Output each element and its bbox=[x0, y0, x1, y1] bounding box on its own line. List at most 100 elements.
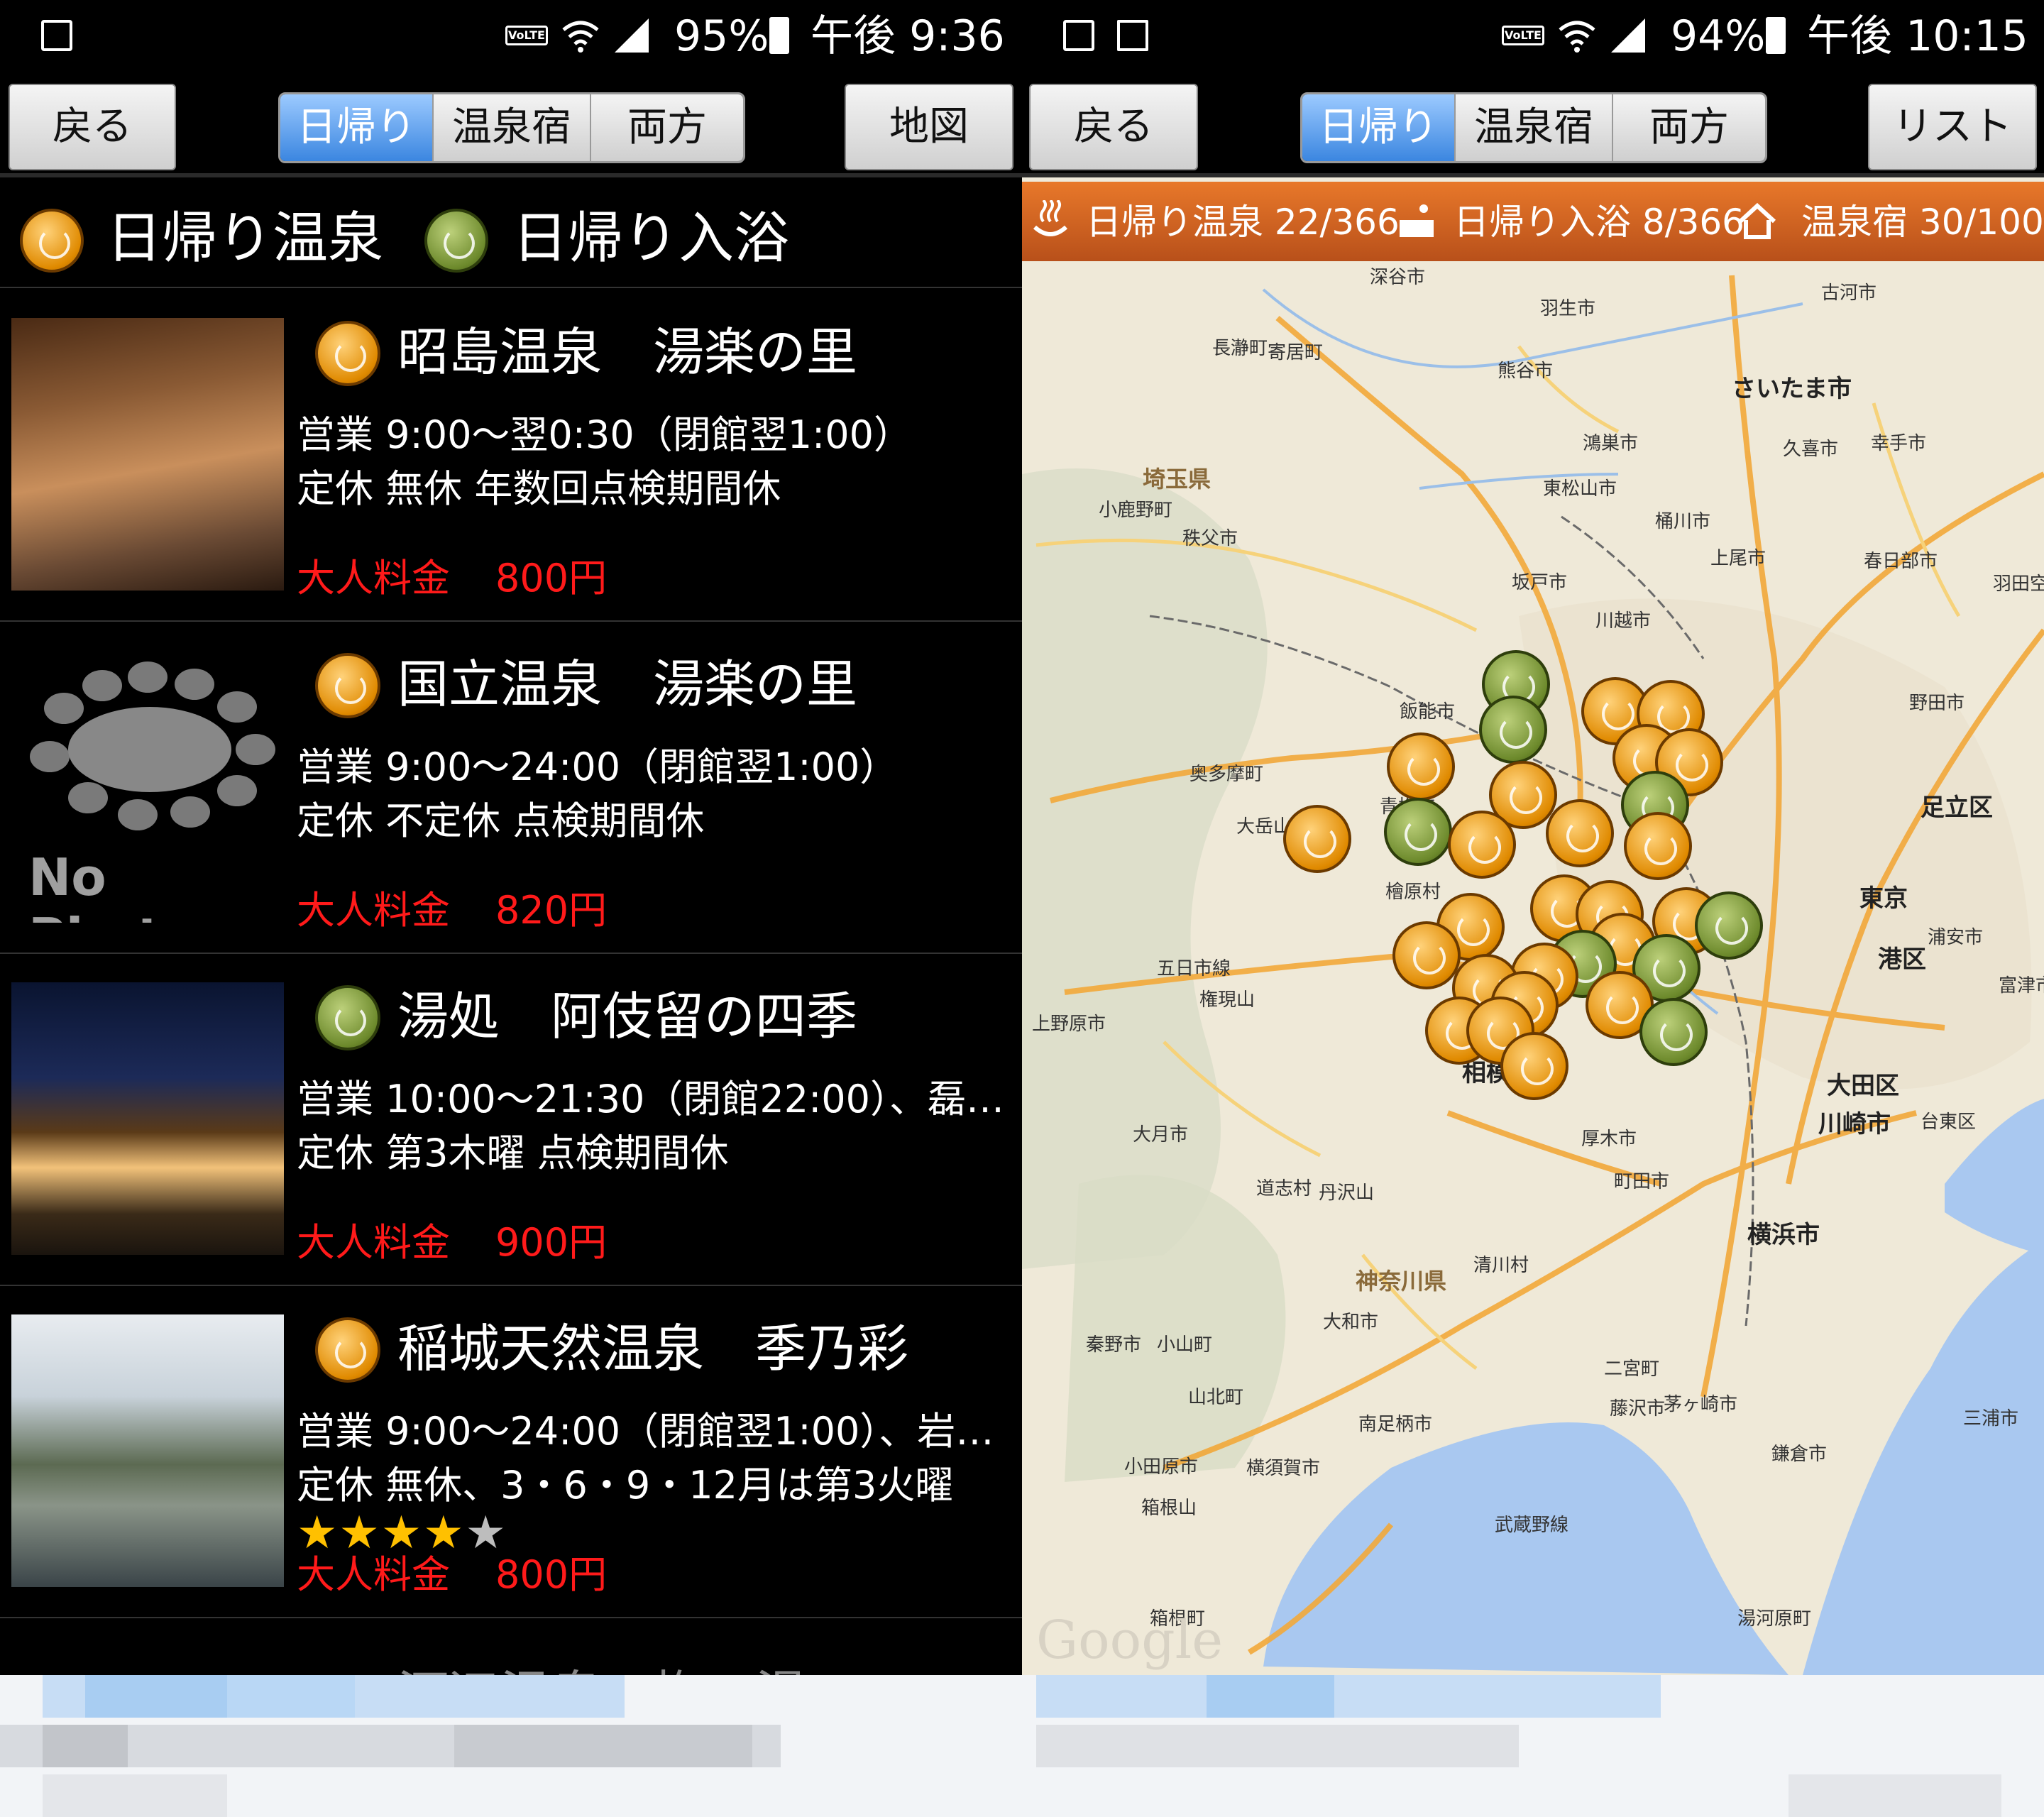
list-button[interactable]: リスト bbox=[1868, 84, 2037, 170]
map-label: 富津市 bbox=[1999, 975, 2044, 997]
clock: 午後 10:15 bbox=[1807, 11, 2028, 61]
map-label: 権現山 bbox=[1199, 989, 1255, 1011]
map-label: 奥多摩町 bbox=[1189, 764, 1264, 785]
google-logo: Google bbox=[1036, 1610, 1224, 1671]
tab-day-trip[interactable]: 日帰り bbox=[1302, 94, 1456, 161]
map-label: 大和市 bbox=[1323, 1312, 1379, 1333]
map-button[interactable]: 地図 bbox=[845, 84, 1013, 170]
ad-banner[interactable] bbox=[0, 1675, 2044, 1817]
map-label: 東松山市 bbox=[1543, 478, 1617, 500]
map-label: 羽生市 bbox=[1540, 298, 1596, 319]
map-label: 川越市 bbox=[1595, 610, 1652, 632]
map-label: 神奈川県 bbox=[1356, 1268, 1447, 1295]
map-view[interactable]: さいたま市 足立区 東京 港区 大田区 川崎市 横浜市 埼玉県 神奈川県 深谷市… bbox=[1022, 261, 2044, 1675]
onsen-marker[interactable] bbox=[1392, 921, 1461, 989]
onsen-marker[interactable] bbox=[1387, 732, 1455, 801]
day-bath-count: 日帰り入浴 8/366 bbox=[1454, 202, 1744, 243]
facility-name: 湯処 阿伎留の四季 bbox=[397, 987, 858, 1046]
volte-icon: VoLTE bbox=[505, 26, 548, 45]
onsen-marker[interactable] bbox=[1500, 1032, 1568, 1100]
facility-name: 昭島温泉 湯楽の里 bbox=[397, 322, 858, 382]
cell-signal-icon bbox=[615, 18, 649, 53]
tab-both[interactable]: 両方 bbox=[591, 94, 743, 161]
closed-days: 定休 無休、3・6・9・12月は第3火曜 bbox=[297, 1463, 954, 1508]
hot-spring-icon bbox=[1033, 200, 1068, 236]
map-label: 古河市 bbox=[1821, 282, 1877, 304]
map-label: 二宮町 bbox=[1604, 1358, 1660, 1380]
map-label: 丹沢山 bbox=[1319, 1182, 1375, 1204]
mode-tabs: 日帰り 温泉宿 両方 bbox=[278, 92, 745, 163]
map-label: 道志村 bbox=[1256, 1178, 1312, 1200]
list-item[interactable]: 河辺温泉 梅の湯 bbox=[0, 1647, 1022, 1675]
wifi-icon bbox=[1559, 21, 1595, 53]
price: 800円 bbox=[495, 1552, 608, 1597]
list-item[interactable]: 昭島温泉 湯楽の里 営業 9:00〜翌0:30（閉館翌1:00） 定休 無休 年… bbox=[0, 290, 1022, 622]
map-label: 小田原市 bbox=[1124, 1456, 1199, 1478]
map-label: 清川村 bbox=[1473, 1255, 1529, 1276]
status-bar: VoLTE 94% 午後 10:15 bbox=[1022, 0, 2044, 71]
star-rating: ★★★★★ bbox=[297, 1510, 507, 1556]
map-label: 深谷市 bbox=[1370, 267, 1426, 288]
map-label: 南足柄市 bbox=[1358, 1414, 1433, 1435]
map-label: 浦安市 bbox=[1928, 927, 1984, 948]
map-label: 秦野市 bbox=[1086, 1334, 1142, 1356]
facility-photo bbox=[11, 982, 284, 1255]
onsen-list-screen: VoLTE 95% 午後 9:36 戻る 日帰り 温泉宿 両方 地図 日帰り温泉… bbox=[0, 0, 1022, 1675]
list-item[interactable]: No Photo 国立温泉 湯楽の里 営業 9:00〜24:00（閉館翌1:00… bbox=[0, 622, 1022, 954]
business-hours: 営業 10:00〜21:30（閉館22:00）、磊… bbox=[297, 1077, 1005, 1121]
bath-icon bbox=[315, 985, 380, 1050]
map-label: さいたま市 bbox=[1732, 375, 1852, 403]
hot-spring-icon bbox=[20, 209, 84, 273]
tab-onsen-inn[interactable]: 温泉宿 bbox=[434, 94, 591, 161]
map-label: 湯河原町 bbox=[1737, 1608, 1812, 1630]
back-button[interactable]: 戻る bbox=[1029, 84, 1198, 170]
price-label: 大人料金 bbox=[297, 888, 450, 933]
back-button[interactable]: 戻る bbox=[9, 84, 176, 170]
facility-name: 稲城天然温泉 季乃彩 bbox=[397, 1319, 909, 1378]
bath-marker[interactable] bbox=[1384, 798, 1452, 866]
tab-day-trip[interactable]: 日帰り bbox=[280, 94, 434, 161]
bath-marker[interactable] bbox=[1639, 998, 1708, 1066]
battery-percent: 94% bbox=[1671, 11, 1766, 61]
map-label: 大月市 bbox=[1133, 1124, 1189, 1146]
onsen-marker[interactable] bbox=[1448, 811, 1516, 879]
map-label: 久喜市 bbox=[1783, 439, 1839, 460]
closed-days: 定休 第3木曜 点検期間休 bbox=[297, 1131, 729, 1175]
map-label: 東京 bbox=[1859, 884, 1908, 913]
business-hours: 営業 9:00〜翌0:30（閉館翌1:00） bbox=[297, 412, 912, 457]
bath-marker[interactable] bbox=[1695, 891, 1763, 960]
map-label: 茅ヶ崎市 bbox=[1664, 1394, 1738, 1415]
map-label: 横須賀市 bbox=[1246, 1458, 1321, 1479]
facility-photo bbox=[11, 1314, 284, 1587]
tab-both[interactable]: 両方 bbox=[1613, 94, 1765, 161]
clock: 午後 9:36 bbox=[811, 11, 1005, 61]
tab-onsen-inn[interactable]: 温泉宿 bbox=[1456, 94, 1613, 161]
map-label: 上野原市 bbox=[1032, 1014, 1106, 1035]
map-label: 飯能市 bbox=[1400, 701, 1456, 723]
hot-spring-icon bbox=[315, 321, 380, 386]
price-label: 大人料金 bbox=[297, 1220, 450, 1265]
wifi-icon bbox=[562, 21, 599, 53]
map-label: 箱根山 bbox=[1141, 1498, 1197, 1519]
business-hours: 営業 9:00〜24:00（閉館翌1:00）、岩盤… bbox=[297, 1409, 1006, 1454]
facility-name: 河辺温泉 梅の湯 bbox=[397, 1659, 806, 1675]
battery-icon bbox=[769, 17, 789, 54]
map-label: 春日部市 bbox=[1864, 551, 1938, 572]
map-label: 台東区 bbox=[1921, 1111, 1977, 1133]
map-label: 藤沢市 bbox=[1610, 1398, 1666, 1420]
list-item[interactable]: 稲城天然温泉 季乃彩 営業 9:00〜24:00（閉館翌1:00）、岩盤… 定休… bbox=[0, 1286, 1022, 1618]
facility-name: 国立温泉 湯楽の里 bbox=[397, 654, 858, 714]
onsen-marker[interactable] bbox=[1624, 812, 1692, 880]
price: 900円 bbox=[495, 1220, 608, 1265]
onsen-marker[interactable] bbox=[1283, 805, 1351, 873]
price-label: 大人料金 bbox=[297, 556, 450, 600]
bath-icon bbox=[424, 209, 488, 273]
battery-percent: 95% bbox=[674, 11, 769, 61]
list-item[interactable]: 湯処 阿伎留の四季 営業 10:00〜21:30（閉館22:00）、磊… 定休 … bbox=[0, 954, 1022, 1286]
map-label: 幸手市 bbox=[1871, 433, 1927, 454]
bath-marker[interactable] bbox=[1479, 696, 1547, 764]
legend-onsen-label: 日帰り温泉 bbox=[106, 207, 384, 270]
closed-days: 定休 無休 年数回点検期間休 bbox=[297, 466, 781, 511]
map-label: 埼玉県 bbox=[1143, 466, 1211, 493]
onsen-marker[interactable] bbox=[1546, 799, 1614, 867]
